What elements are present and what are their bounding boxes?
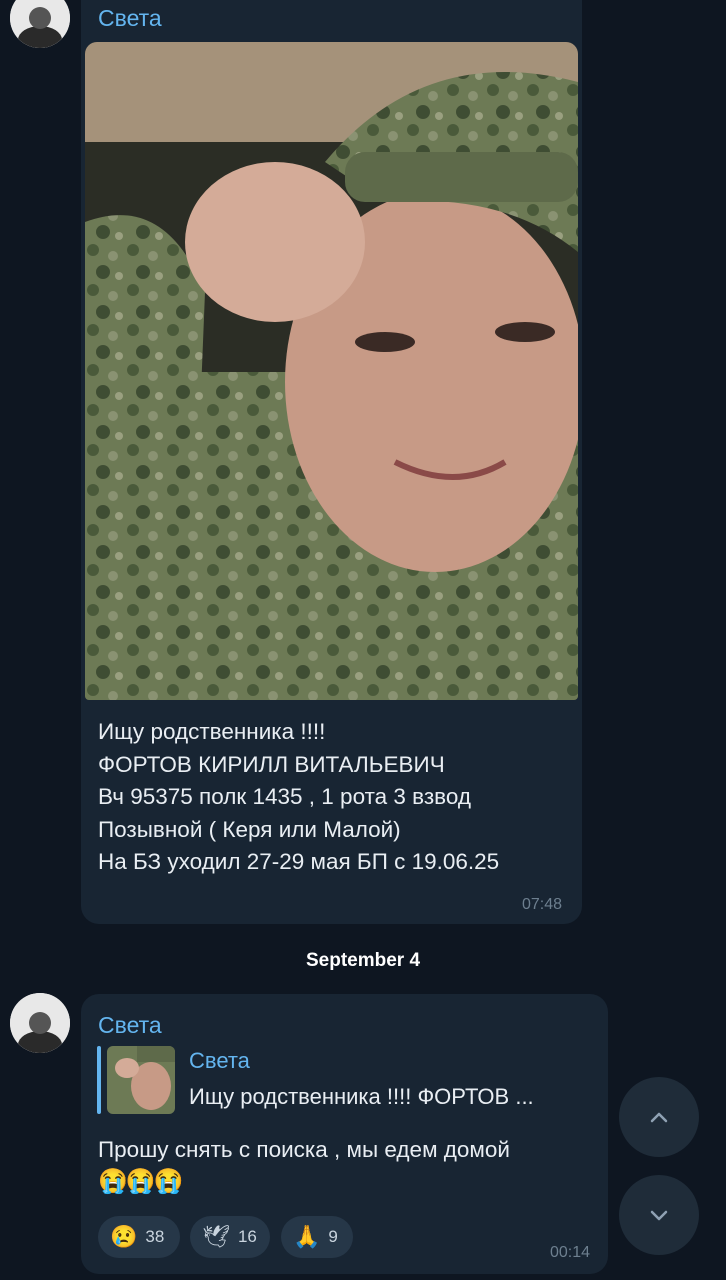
message-text: Прошу снять с поиска , мы едем домой xyxy=(98,1137,510,1162)
message-time: 00:14 xyxy=(549,1244,590,1261)
reply-thumbnail xyxy=(107,1046,175,1114)
reaction-pray[interactable]: 🙏 9 xyxy=(281,1216,353,1258)
reaction-dove[interactable]: 🕊 16 xyxy=(190,1216,270,1258)
sender-avatar[interactable] xyxy=(10,993,70,1053)
reaction-emoji: 🕊 xyxy=(202,1224,230,1249)
scroll-down-button[interactable] xyxy=(619,1175,699,1255)
reaction-count: 9 xyxy=(328,1227,338,1246)
message-time: 07:48 xyxy=(521,896,562,913)
text-line: Позывной ( Керя или Малой) xyxy=(98,816,401,842)
scroll-up-button[interactable] xyxy=(619,1077,699,1157)
text-line: ФОРТОВ КИРИЛЛ ВИТАЛЬЕВИЧ xyxy=(98,751,445,777)
sender-name[interactable]: Света xyxy=(98,1012,162,1039)
chevron-up-icon xyxy=(650,1112,668,1123)
sender-name[interactable]: Света xyxy=(98,5,162,32)
reaction-count: 38 xyxy=(145,1227,165,1246)
sender-avatar[interactable] xyxy=(10,0,70,48)
message-emojis: 😭😭😭 xyxy=(98,1168,184,1195)
text-line: На БЗ уходил 27-29 мая БП с 19.06.25 xyxy=(98,849,500,874)
reply-sender-name: Света xyxy=(189,1048,250,1073)
reply-preview[interactable]: Света Ищу родственника !!!! ФОРТОВ ... xyxy=(97,1046,582,1114)
message-bubble-photo[interactable]: Света Ищу родственника !!!! ФОРТОВ КИРИЛ… xyxy=(81,0,582,924)
date-separator: September 4 xyxy=(305,950,421,971)
reply-text: Ищу родственника !!!! ФОРТОВ ... xyxy=(189,1084,534,1109)
text-line: Ищу родственника !!!! xyxy=(98,719,326,744)
chevron-down-icon xyxy=(650,1210,668,1221)
reaction-emoji: 😢 xyxy=(110,1224,138,1249)
reply-bar xyxy=(97,1046,101,1114)
reaction-cry[interactable]: 😢 38 xyxy=(98,1216,180,1258)
message-photo[interactable] xyxy=(85,42,578,700)
message-text: Ищу родственника !!!! ФОРТОВ КИРИЛЛ ВИТА… xyxy=(98,716,499,879)
text-line: Вч 95375 полк 1435 , 1 рота 3 взвод xyxy=(98,784,472,809)
reaction-count: 16 xyxy=(237,1227,257,1246)
reaction-emoji: 🙏 xyxy=(293,1224,321,1249)
